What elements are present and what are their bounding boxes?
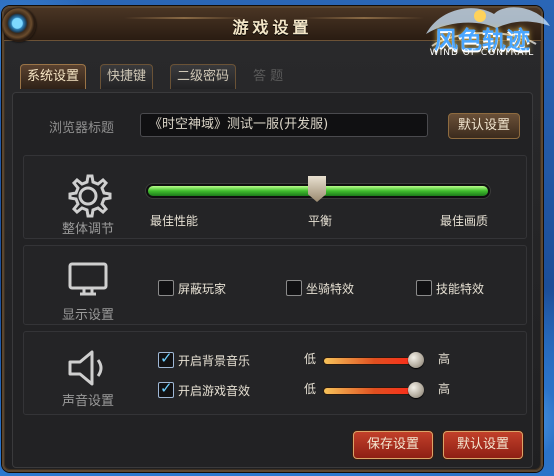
mount-effects-label: 坐骑特效 [306,282,355,296]
sfx-volume-thumb[interactable] [408,382,424,398]
display-label: 显示设置 [61,308,114,323]
tab-secondary-password[interactable]: 二级密码 [170,64,237,89]
overall-slider-thumb[interactable] [308,176,326,202]
bgm-volume-track[interactable] [324,358,416,364]
overall-right-label: 最佳画质 [440,214,489,228]
sfx-checkbox[interactable]: ✓ [158,379,174,398]
display-panel: 显示设置 屏蔽玩家 坐骑特效 技能特效 [23,245,527,325]
tab-system-settings[interactable]: 系统设置 [20,64,87,89]
bgm-volume-thumb[interactable] [408,352,424,368]
browser-title-label: 浏览器标题 [49,121,115,136]
sfx-label: 开启游戏音效 [178,384,251,398]
sfx-low-label: 低 [304,382,317,396]
skill-effects-label: 技能特效 [436,282,485,296]
logo-subtext: WIND OF CONTRAIL [429,48,535,58]
sound-label: 声音设置 [61,394,114,409]
hide-players-label: 屏蔽玩家 [178,282,227,296]
monitor-icon [62,254,114,306]
settings-window: 游戏设置 系统设置 快捷键 二级密码 答 题 浏览器标题 《时空神域》测试一服(… [2,6,543,472]
sfx-check-mark-icon: ✓ [160,379,173,397]
settings-content: 浏览器标题 《时空神域》测试一服(开发服) 默认设置 整体调节 最佳性能 平衡 … [12,92,533,468]
bgm-checkbox[interactable]: ✓ [158,349,174,368]
reset-defaults-button[interactable]: 默认设置 [443,431,523,459]
bgm-label: 开启背景音乐 [178,354,251,368]
overall-middle-label: 平衡 [308,214,333,228]
gear-icon [62,170,114,222]
bgm-low-label: 低 [304,352,317,366]
browser-title-input[interactable]: 《时空神域》测试一服(开发服) [140,113,428,137]
bgm-check-mark-icon: ✓ [160,349,173,367]
overall-panel: 整体调节 最佳性能 平衡 最佳画质 [23,155,527,239]
bgm-high-label: 高 [438,352,451,366]
overall-label: 整体调节 [61,222,114,237]
sound-panel: 声音设置 ✓ 开启背景音乐 低 高 ✓ 开启游戏音效 低 高 [23,331,527,415]
save-settings-button[interactable]: 保存设置 [353,431,433,459]
browser-title-default-button[interactable]: 默认设置 [448,113,520,139]
sfx-high-label: 高 [438,382,451,396]
mount-effects-checkbox[interactable] [286,280,302,296]
sfx-volume-track[interactable] [324,388,416,394]
skill-effects-checkbox[interactable] [416,280,432,296]
speaker-icon [62,342,114,394]
overall-left-label: 最佳性能 [150,214,199,228]
tab-hotkeys[interactable]: 快捷键 [100,64,154,89]
hide-players-checkbox[interactable] [158,280,174,296]
tab-quiz: 答 题 [253,69,284,84]
game-logo: 风色轨迹 WIND OF CONTRAIL [410,0,554,70]
